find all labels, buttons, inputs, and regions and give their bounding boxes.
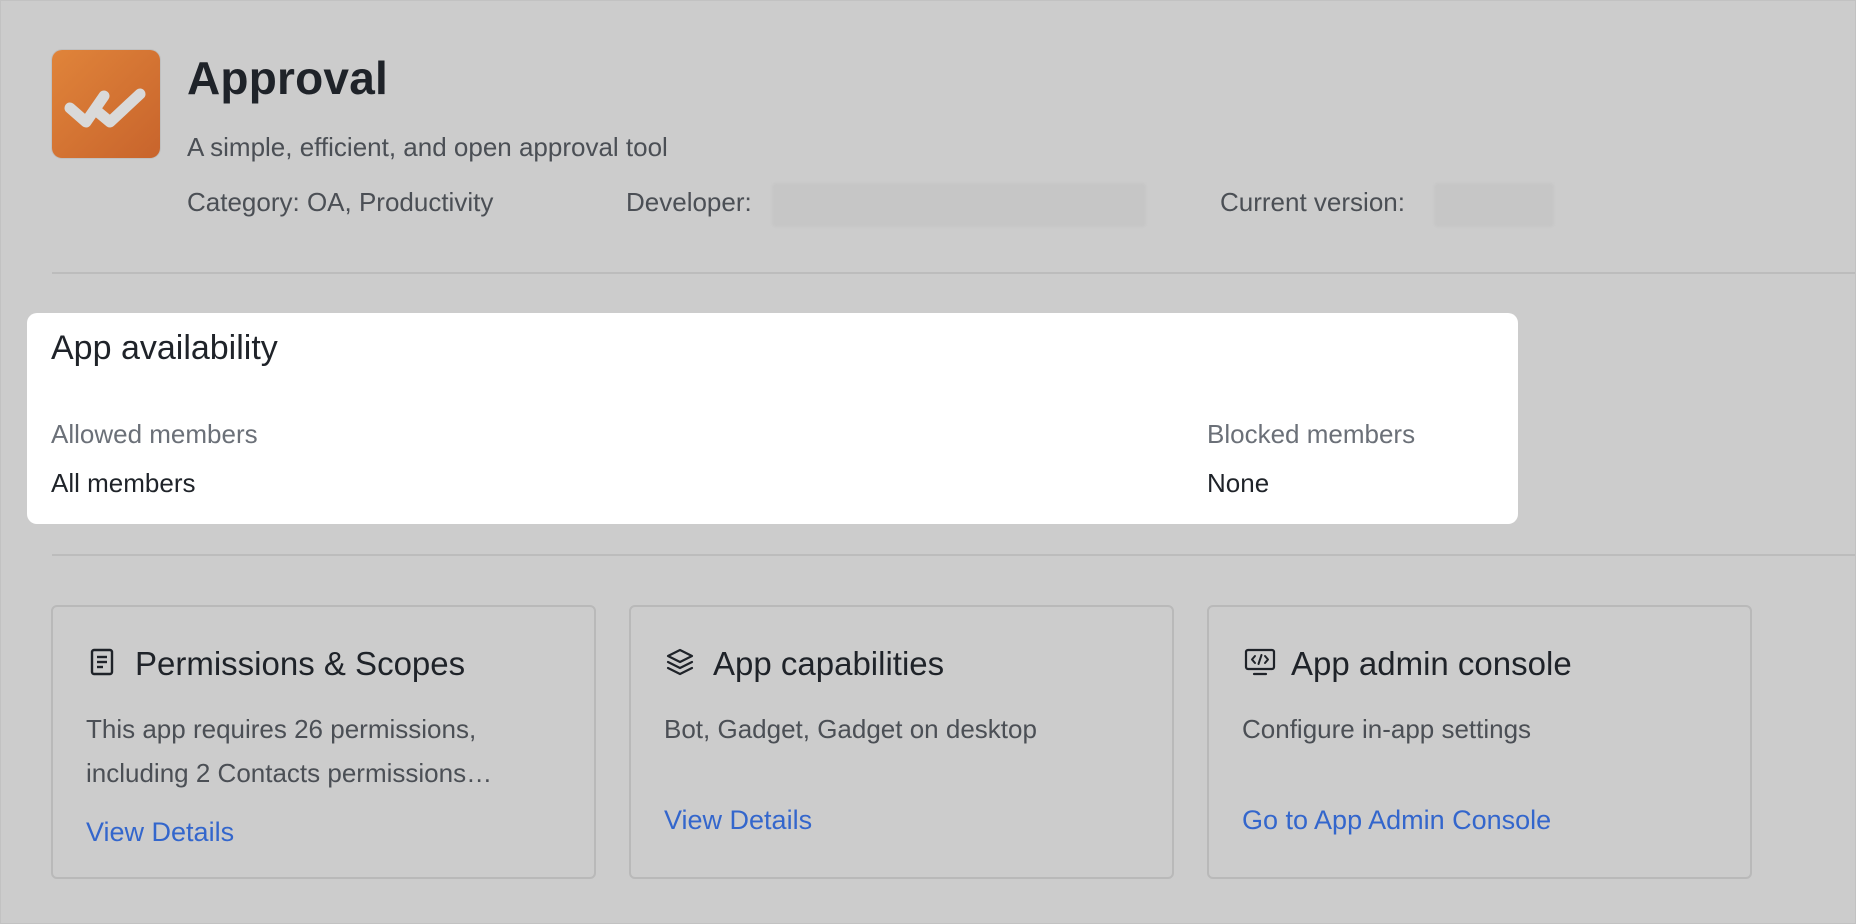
app-availability-panel: App availability Allowed members All mem… (27, 313, 1518, 524)
version-label: Current version: (1220, 187, 1405, 217)
allowed-members-value: All members (51, 468, 196, 498)
permissions-card-description: This app requires 26 permissions, includ… (86, 714, 493, 788)
section-divider (52, 554, 1855, 556)
admin-console-card: App admin console Configure in-app setti… (1207, 605, 1752, 879)
admin-console-card-description: Configure in-app settings (1242, 714, 1532, 744)
admin-console-card-title: App admin console (1291, 645, 1572, 682)
developer-redacted (772, 183, 1146, 227)
allowed-members-label: Allowed members (51, 419, 258, 449)
version-redacted (1434, 183, 1554, 227)
permissions-card-title: Permissions & Scopes (135, 645, 466, 682)
permissions-card: Permissions & Scopes This app requires 2… (51, 605, 596, 879)
go-to-admin-console-link[interactable]: Go to App Admin Console (1242, 805, 1551, 836)
capabilities-card-title: App capabilities (713, 645, 945, 682)
app-title: Approval (187, 52, 388, 104)
availability-heading: App availability (51, 329, 278, 367)
app-detail-page: Approval A simple, efficient, and open a… (0, 0, 1856, 924)
admin-console-icon (1244, 648, 1276, 676)
blocked-members-label: Blocked members (1207, 419, 1416, 449)
header-divider (52, 272, 1855, 274)
capabilities-card: App capabilities Bot, Gadget, Gadget on … (629, 605, 1174, 879)
layers-icon (666, 648, 694, 676)
app-category: Category: OA, Productivity (187, 187, 494, 217)
document-list-icon (90, 648, 114, 676)
blocked-members-value: None (1207, 468, 1270, 498)
app-subtitle: A simple, efficient, and open approval t… (187, 132, 668, 162)
app-logo (52, 50, 160, 158)
capabilities-view-details-link[interactable]: View Details (664, 805, 812, 836)
capabilities-card-description: Bot, Gadget, Gadget on desktop (664, 714, 1037, 744)
permissions-view-details-link[interactable]: View Details (86, 817, 234, 848)
developer-label: Developer: (626, 187, 752, 217)
double-check-icon (64, 88, 146, 128)
